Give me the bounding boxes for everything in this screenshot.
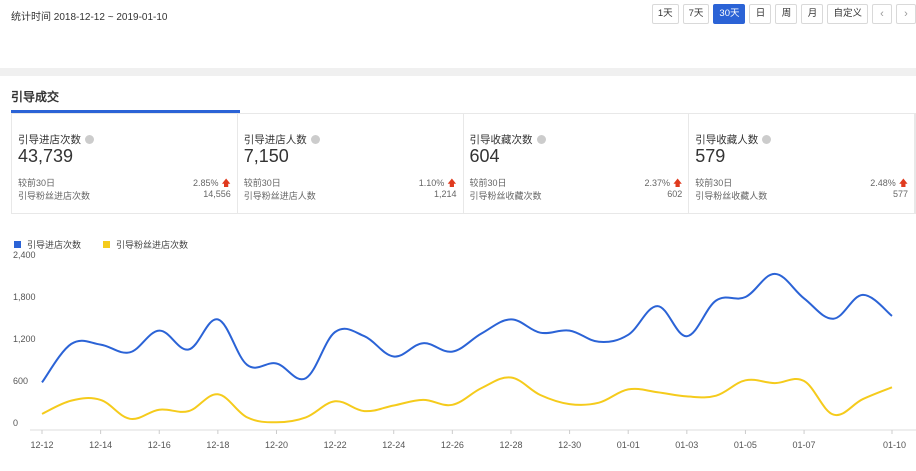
x-tick-label: 12-12 <box>30 440 53 450</box>
blurred-note <box>11 27 431 35</box>
tab-day[interactable]: 日 <box>749 4 772 24</box>
x-tick-label: 12-24 <box>382 440 405 450</box>
tab-7-days[interactable]: 7天 <box>682 4 710 24</box>
legend-swatch-yellow <box>103 241 111 248</box>
x-tick-label: 12-28 <box>499 440 522 450</box>
up-arrow-icon: 🡅 <box>221 178 231 188</box>
trend-line-chart[interactable]: 0 600 1,200 1,800 2,400 12-12 12-14 12-16 12-18 1… <box>0 250 916 455</box>
x-tick-label: 12-22 <box>324 440 347 450</box>
up-arrow-icon: 🡅 <box>898 178 908 188</box>
tab-month[interactable]: 月 <box>801 4 824 24</box>
date-range-label: 统计时间 2018-12-12 ~ 2019-01-10 <box>11 12 168 23</box>
series-line-store-visits <box>41 272 893 384</box>
compare-value: 2.37% <box>644 178 670 188</box>
x-tick-label: 12-20 <box>265 440 288 450</box>
x-tick-label: 12-14 <box>89 440 112 450</box>
up-arrow-icon: 🡅 <box>672 178 683 188</box>
sub-value: 14,556 <box>203 189 231 199</box>
card-title: 引导进店次数 <box>18 134 81 146</box>
x-tick-label: 12-16 <box>148 440 171 450</box>
x-tick-label: 12-18 <box>206 440 229 450</box>
sub-label: 引导粉丝进店人数 <box>243 191 316 201</box>
info-icon[interactable] <box>310 135 320 144</box>
up-arrow-icon: 🡅 <box>447 178 457 188</box>
x-tick-label: 01-10 <box>883 440 906 450</box>
metric-card-store-visitors[interactable]: 引导进店人数 7,150 较前30日 1.10% 🡅 引导粉丝进店人数 1,214 <box>238 114 464 213</box>
sub-value: 1,214 <box>433 189 457 199</box>
info-icon[interactable] <box>762 135 772 144</box>
x-tick-label: 12-26 <box>441 440 464 450</box>
card-value: 579 <box>695 146 726 166</box>
x-tick-label: 12-30 <box>558 440 581 450</box>
metric-card-store-visits[interactable]: 引导进店次数 43,739 较前30日 2.85% 🡅 引导粉丝进店次数 14,556 <box>11 110 240 213</box>
info-icon[interactable] <box>536 135 546 144</box>
x-tick-label: 01-07 <box>793 440 816 450</box>
x-tick-label: 01-01 <box>617 440 640 450</box>
card-title: 引导收藏人数 <box>695 134 759 146</box>
y-tick-label: 1,800 <box>13 292 36 302</box>
sub-label: 引导粉丝收藏人数 <box>695 191 768 201</box>
card-title: 引导进店人数 <box>243 134 307 146</box>
top-bar: 统计时间 2018-12-12 ~ 2019-01-10 1天 7天 30天 日… <box>0 0 916 30</box>
sub-value: 602 <box>667 189 683 199</box>
tab-1-day[interactable]: 1天 <box>651 4 679 24</box>
tab-30-days[interactable]: 30天 <box>713 4 746 24</box>
prev-period-button[interactable]: ‹ <box>872 4 892 24</box>
blurred-footnote <box>0 466 600 471</box>
tab-week[interactable]: 周 <box>775 4 798 24</box>
section-divider <box>0 68 916 76</box>
y-tick-label: 2,400 <box>13 250 36 260</box>
section-title: 引导成交 <box>11 90 60 104</box>
sub-value: 577 <box>892 189 908 199</box>
legend-swatch-blue <box>14 241 21 248</box>
card-title: 引导收藏次数 <box>469 134 533 146</box>
series-line-fan-visits <box>41 376 893 424</box>
compare-value: 1.10% <box>418 178 445 188</box>
metric-cards: 引导进店次数 43,739 较前30日 2.85% 🡅 引导粉丝进店次数 14,556… <box>11 110 916 214</box>
metric-card-favorites[interactable]: 引导收藏次数 604 较前30日 2.37% 🡅 引导粉丝收藏次数 602 <box>464 114 690 213</box>
y-tick-label: 600 <box>13 376 28 386</box>
card-value: 43,739 <box>18 146 74 166</box>
sub-label: 引导粉丝收藏次数 <box>469 191 542 201</box>
y-tick-label: 0 <box>13 418 18 428</box>
card-value: 7,150 <box>243 146 289 166</box>
card-value: 604 <box>469 146 500 166</box>
x-tick-label: 01-03 <box>675 440 698 450</box>
next-period-button[interactable]: › <box>896 4 916 24</box>
metric-card-favorite-users[interactable]: 引导收藏人数 579 较前30日 2.48% 🡅 引导粉丝收藏人数 577 <box>689 114 915 213</box>
info-icon[interactable] <box>85 135 94 144</box>
time-range-tabs: 1天 7天 30天 日 周 月 自定义 ‹ › <box>651 4 916 24</box>
compare-value: 2.85% <box>192 178 219 188</box>
y-tick-label: 1,200 <box>13 334 36 344</box>
compare-value: 2.48% <box>870 178 896 188</box>
sub-label: 引导粉丝进店次数 <box>18 191 91 201</box>
tab-custom[interactable]: 自定义 <box>827 4 868 24</box>
x-tick-label: 01-05 <box>734 440 757 450</box>
